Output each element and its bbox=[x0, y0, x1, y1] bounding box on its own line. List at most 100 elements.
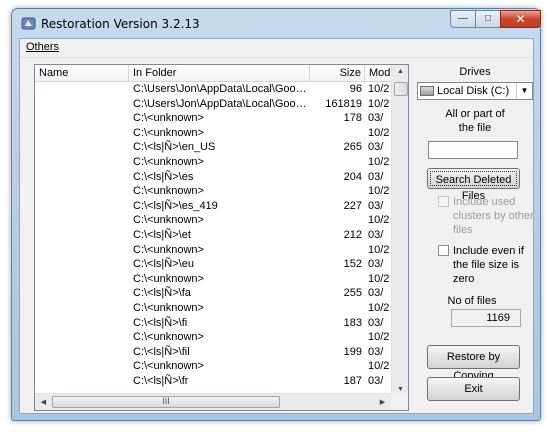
row-folder: C:\Users\Jon\AppData\Local\Google\... bbox=[133, 83, 309, 95]
row-modified: 03/ bbox=[368, 228, 384, 241]
search-deleted-files-button[interactable]: Search Deleted Files bbox=[427, 168, 520, 202]
scroll-corner bbox=[391, 393, 408, 410]
window-title: Restoration Version 3.2.13 bbox=[41, 17, 200, 31]
table-row[interactable]: en_USC:\<unknown>10/2 bbox=[35, 126, 391, 141]
chevron-down-icon[interactable]: ▼ bbox=[516, 83, 532, 99]
table-row[interactable]: etC:\<unknown>10/2 bbox=[35, 213, 391, 228]
row-modified: 03/ bbox=[368, 258, 384, 271]
row-folder: C:\<ls|Ñ>\fr bbox=[133, 374, 189, 387]
include-used-clusters-checkbox[interactable] bbox=[438, 196, 449, 207]
row-size: 178 bbox=[343, 112, 362, 125]
app-icon bbox=[21, 17, 36, 30]
row-folder: C:\<unknown> bbox=[133, 185, 204, 198]
app-window: Restoration Version 3.2.13 — □ ✕ Others … bbox=[11, 8, 541, 421]
row-size: 161819 bbox=[325, 97, 362, 110]
row-modified: 03/ bbox=[368, 170, 384, 183]
drive-select-value: Local Disk (C:) bbox=[437, 85, 510, 97]
search-deleted-files-label: Search Deleted Files bbox=[430, 171, 517, 202]
drive-icon bbox=[420, 86, 434, 96]
filename-input[interactable] bbox=[428, 141, 518, 159]
table-row[interactable]: messages.jsonC:\<ls|Ñ>\fil19903/ bbox=[35, 345, 391, 360]
table-row[interactable]: messages.jsonC:\<ls|Ñ>\eu15203/ bbox=[35, 257, 391, 272]
row-size: 183 bbox=[343, 316, 362, 329]
scroll-down-icon[interactable]: ▼ bbox=[392, 386, 408, 393]
row-folder: C:\<unknown> bbox=[133, 301, 204, 314]
horizontal-scrollbar[interactable]: ◀ III ▶ bbox=[35, 393, 391, 410]
table-row[interactable]: Preferences~RF...C:\Users\Jon\AppData\Lo… bbox=[35, 97, 391, 112]
row-modified: 10/2 bbox=[368, 331, 390, 344]
title-bar[interactable]: Restoration Version 3.2.13 — □ ✕ bbox=[12, 9, 541, 37]
vertical-scrollbar[interactable]: ▲ ▼ bbox=[391, 65, 408, 396]
row-size: 152 bbox=[343, 258, 362, 271]
row-size: 212 bbox=[343, 228, 362, 241]
column-folder-header[interactable]: In Folder bbox=[129, 65, 310, 81]
table-row[interactable]: messages.jsonC:\<ls|Ñ>\fr18703/ bbox=[35, 374, 391, 389]
scroll-left-icon[interactable]: ◀ bbox=[35, 398, 52, 406]
menu-bar: Others bbox=[20, 39, 533, 58]
column-size-header[interactable]: Size bbox=[310, 65, 365, 81]
table-row[interactable]: fiC:\<unknown>10/2 bbox=[35, 301, 391, 316]
row-folder: C:\<unknown> bbox=[133, 331, 204, 344]
drive-select[interactable]: Local Disk (C:) ▼ bbox=[417, 82, 533, 100]
scroll-right-icon[interactable]: ▶ bbox=[374, 398, 391, 406]
row-modified: 03/ bbox=[368, 112, 384, 125]
include-used-clusters-option[interactable]: Include used clusters by other files bbox=[438, 195, 534, 236]
table-row[interactable]: filC:\<unknown>10/2 bbox=[35, 330, 391, 345]
drives-label: Drives bbox=[459, 66, 491, 78]
row-folder: C:\<ls|Ñ>\fil bbox=[133, 345, 190, 358]
table-row[interactable]: esC:\<unknown>10/2 bbox=[35, 155, 391, 170]
vertical-scroll-thumb[interactable] bbox=[394, 82, 408, 96]
row-size: 255 bbox=[343, 287, 362, 300]
filename-label-line2: the file bbox=[458, 122, 492, 134]
row-size: 187 bbox=[343, 374, 362, 387]
row-modified: 03/ bbox=[368, 141, 384, 154]
row-folder: C:\Users\Jon\AppData\Local\Google\... bbox=[133, 97, 309, 110]
list-rows: the-real-index~R...C:\Users\Jon\AppData\… bbox=[35, 82, 391, 388]
table-row[interactable]: es_419C:\<unknown>10/2 bbox=[35, 184, 391, 199]
row-folder: C:\<unknown> bbox=[133, 112, 204, 125]
file-list[interactable]: Name In Folder Size Mod the-real-index~R… bbox=[34, 64, 409, 411]
table-row[interactable]: messages.jsonC:\<ls|Ñ>\en_US26503/ bbox=[35, 140, 391, 155]
exit-label: Exit bbox=[464, 383, 483, 395]
table-row[interactable]: messages.jsonC:\<ls|Ñ>\fi18303/ bbox=[35, 316, 391, 331]
row-folder: C:\<unknown> bbox=[133, 243, 204, 256]
minimize-button[interactable]: — bbox=[450, 10, 476, 28]
menu-others[interactable]: Others bbox=[26, 41, 59, 53]
row-folder: C:\<ls|Ñ>\es bbox=[133, 170, 194, 183]
table-row[interactable]: messages.jsonC:\<unknown>17803/ bbox=[35, 111, 391, 126]
include-zero-size-checkbox[interactable] bbox=[438, 245, 449, 256]
row-modified: 10/2 bbox=[368, 360, 390, 373]
table-row[interactable]: faC:\<unknown>10/2 bbox=[35, 272, 391, 287]
row-modified: 03/ bbox=[368, 374, 384, 387]
table-row[interactable]: frC:\<unknown>10/2 bbox=[35, 359, 391, 374]
exit-button[interactable]: Exit bbox=[427, 377, 520, 401]
maximize-button[interactable]: □ bbox=[475, 10, 501, 28]
table-row[interactable]: messages.jsonC:\<ls|Ñ>\es20403/ bbox=[35, 170, 391, 185]
table-row[interactable]: messages.jsonC:\<ls|Ñ>\fa25503/ bbox=[35, 286, 391, 301]
row-folder: C:\<ls|Ñ>\fi bbox=[133, 316, 188, 329]
no-of-files-label: No of files bbox=[447, 295, 497, 307]
close-button[interactable]: ✕ bbox=[500, 10, 541, 28]
horizontal-scroll-thumb[interactable]: III bbox=[52, 396, 280, 408]
table-row[interactable]: euC:\<unknown>10/2 bbox=[35, 243, 391, 258]
row-folder: C:\<unknown> bbox=[133, 126, 204, 139]
row-modified: 10/2 bbox=[368, 126, 390, 139]
include-zero-size-label: Include even if the file size is zero bbox=[453, 245, 524, 285]
scroll-up-icon[interactable]: ▲ bbox=[392, 68, 408, 75]
table-row[interactable]: messages.jsonC:\<ls|Ñ>\et21203/ bbox=[35, 228, 391, 243]
list-header: Name In Folder Size Mod bbox=[35, 65, 405, 82]
include-zero-size-option[interactable]: Include even if the file size is zero bbox=[438, 244, 533, 288]
table-row[interactable]: the-real-index~R...C:\Users\Jon\AppData\… bbox=[35, 82, 391, 97]
table-row[interactable]: messages.jsonC:\<ls|Ñ>\es_41922703/ bbox=[35, 199, 391, 214]
no-of-files-value: 1169 bbox=[451, 309, 521, 327]
row-modified: 03/ bbox=[368, 345, 384, 358]
row-size: 227 bbox=[343, 199, 362, 212]
row-folder: C:\<ls|Ñ>\en_US bbox=[133, 141, 216, 154]
column-name-header[interactable]: Name bbox=[35, 65, 129, 81]
row-modified: 10/2 bbox=[368, 97, 390, 110]
row-size: 199 bbox=[343, 345, 362, 358]
row-folder: C:\<ls|Ñ>\et bbox=[133, 228, 191, 241]
restore-by-copying-button[interactable]: Restore by Copying bbox=[427, 345, 520, 382]
row-modified: 10/2 bbox=[368, 243, 390, 256]
row-folder: C:\<ls|Ñ>\eu bbox=[133, 258, 194, 271]
